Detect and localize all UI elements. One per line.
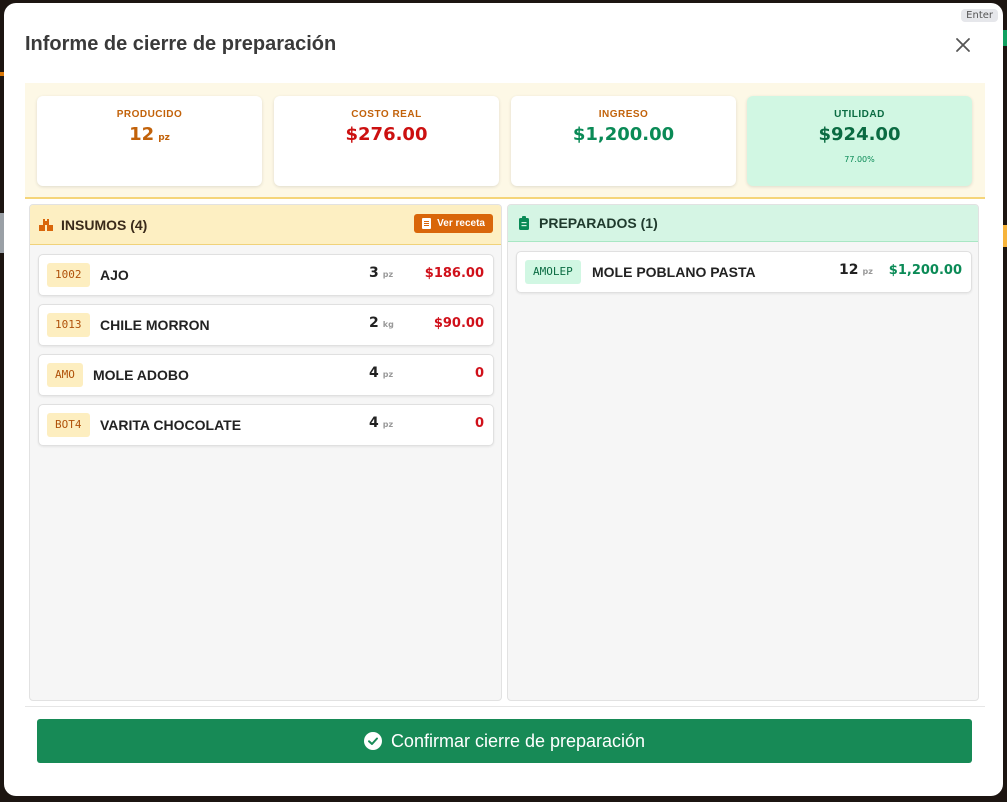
close-button[interactable] — [953, 35, 973, 55]
input-code: 1002 — [47, 263, 90, 287]
input-name: VARITA CHOCOLATE — [100, 417, 242, 433]
input-row: AMO MOLE ADOBO 4 pz 0 — [38, 354, 494, 396]
input-code: AMO — [47, 363, 83, 387]
outputs-header: PREPARADOS (1) — [508, 205, 978, 242]
input-qty: 2 kg — [369, 315, 394, 331]
input-unit: pz — [382, 270, 394, 279]
output-row: AMOLEP MOLE POBLANO PASTA 12 pz $1,200.00 — [516, 251, 972, 293]
view-recipe-button[interactable]: Ver receta — [414, 214, 493, 233]
confirm-label: Confirmar cierre de preparación — [390, 730, 646, 751]
boxes-icon — [39, 218, 53, 231]
input-qty: 4 pz — [369, 365, 393, 381]
input-qty-value: 4 — [369, 365, 379, 381]
clipboard-icon — [519, 216, 529, 230]
cost-value: $276.00 — [345, 124, 428, 145]
output-unit: pz — [862, 267, 873, 276]
input-qty-value: 2 — [369, 315, 379, 331]
produced-value-line: 12 pz — [37, 124, 262, 145]
input-amount: 0 — [474, 416, 484, 431]
produced-value: 12 — [129, 124, 155, 145]
income-label: INGRESO — [598, 109, 649, 120]
confirm-button[interactable]: Confirmar cierre de preparación — [37, 719, 972, 763]
outputs-heading: PREPARADOS (1) — [539, 215, 658, 231]
profit-percent: 77.00% — [844, 155, 875, 164]
summary-panel: PRODUCIDO 12 pz COSTO REAL $276.00 INGRES… — [25, 83, 985, 199]
inputs-panel: INSUMOS (4) Ver receta 1002 AJO 3 pz $186… — [29, 204, 502, 701]
input-unit: pz — [382, 420, 394, 429]
input-row: 1013 CHILE MORRON 2 kg $90.00 — [38, 304, 494, 346]
input-amount: $90.00 — [433, 316, 484, 331]
cost-card: COSTO REAL $276.00 — [274, 96, 499, 186]
profit-card: UTILIDAD $924.00 77.00% — [747, 96, 972, 186]
input-amount: $186.00 — [424, 266, 484, 281]
view-recipe-label: Ver receta — [437, 218, 485, 229]
enter-shortcut-badge: Enter — [961, 9, 998, 22]
footer-divider — [25, 706, 985, 707]
produced-label: PRODUCIDO — [116, 109, 183, 120]
produced-unit: pz — [158, 133, 170, 143]
income-card: INGRESO $1,200.00 — [511, 96, 736, 186]
input-name: MOLE ADOBO — [93, 367, 189, 383]
income-value: $1,200.00 — [572, 124, 675, 145]
output-qty-value: 12 — [839, 262, 859, 278]
output-amount: $1,200.00 — [888, 263, 962, 278]
output-qty: 12 pz — [839, 262, 873, 278]
check-circle-icon — [363, 732, 382, 750]
produced-card: PRODUCIDO 12 pz — [37, 96, 262, 186]
cost-label: COSTO REAL — [351, 109, 422, 120]
input-code: 1013 — [47, 313, 90, 337]
preparation-close-modal: Enter Informe de cierre de preparación P… — [4, 3, 1003, 796]
background-accent — [1003, 30, 1007, 46]
input-name: AJO — [100, 267, 129, 283]
close-icon — [956, 38, 970, 52]
input-qty: 4 pz — [369, 415, 393, 431]
input-qty-value: 4 — [369, 415, 379, 431]
document-icon — [422, 218, 432, 229]
input-name: CHILE MORRON — [100, 317, 210, 333]
input-qty-value: 3 — [369, 265, 379, 281]
outputs-panel: PREPARADOS (1) AMOLEP MOLE POBLANO PASTA… — [507, 204, 979, 701]
output-code: AMOLEP — [525, 260, 581, 284]
output-name: MOLE POBLANO PASTA — [592, 264, 756, 280]
input-unit: pz — [382, 370, 394, 379]
inputs-header: INSUMOS (4) Ver receta — [30, 205, 501, 245]
input-row: BOT4 VARITA CHOCOLATE 4 pz 0 — [38, 404, 494, 446]
input-qty: 3 pz — [369, 265, 393, 281]
input-unit: kg — [382, 320, 394, 329]
profit-label: UTILIDAD — [834, 109, 885, 120]
input-amount: 0 — [474, 366, 484, 381]
profit-value: $924.00 — [818, 124, 901, 145]
modal-title: Informe de cierre de preparación — [25, 33, 337, 55]
inputs-heading: INSUMOS (4) — [61, 216, 148, 233]
input-row: 1002 AJO 3 pz $186.00 — [38, 254, 494, 296]
input-code: BOT4 — [47, 413, 90, 437]
